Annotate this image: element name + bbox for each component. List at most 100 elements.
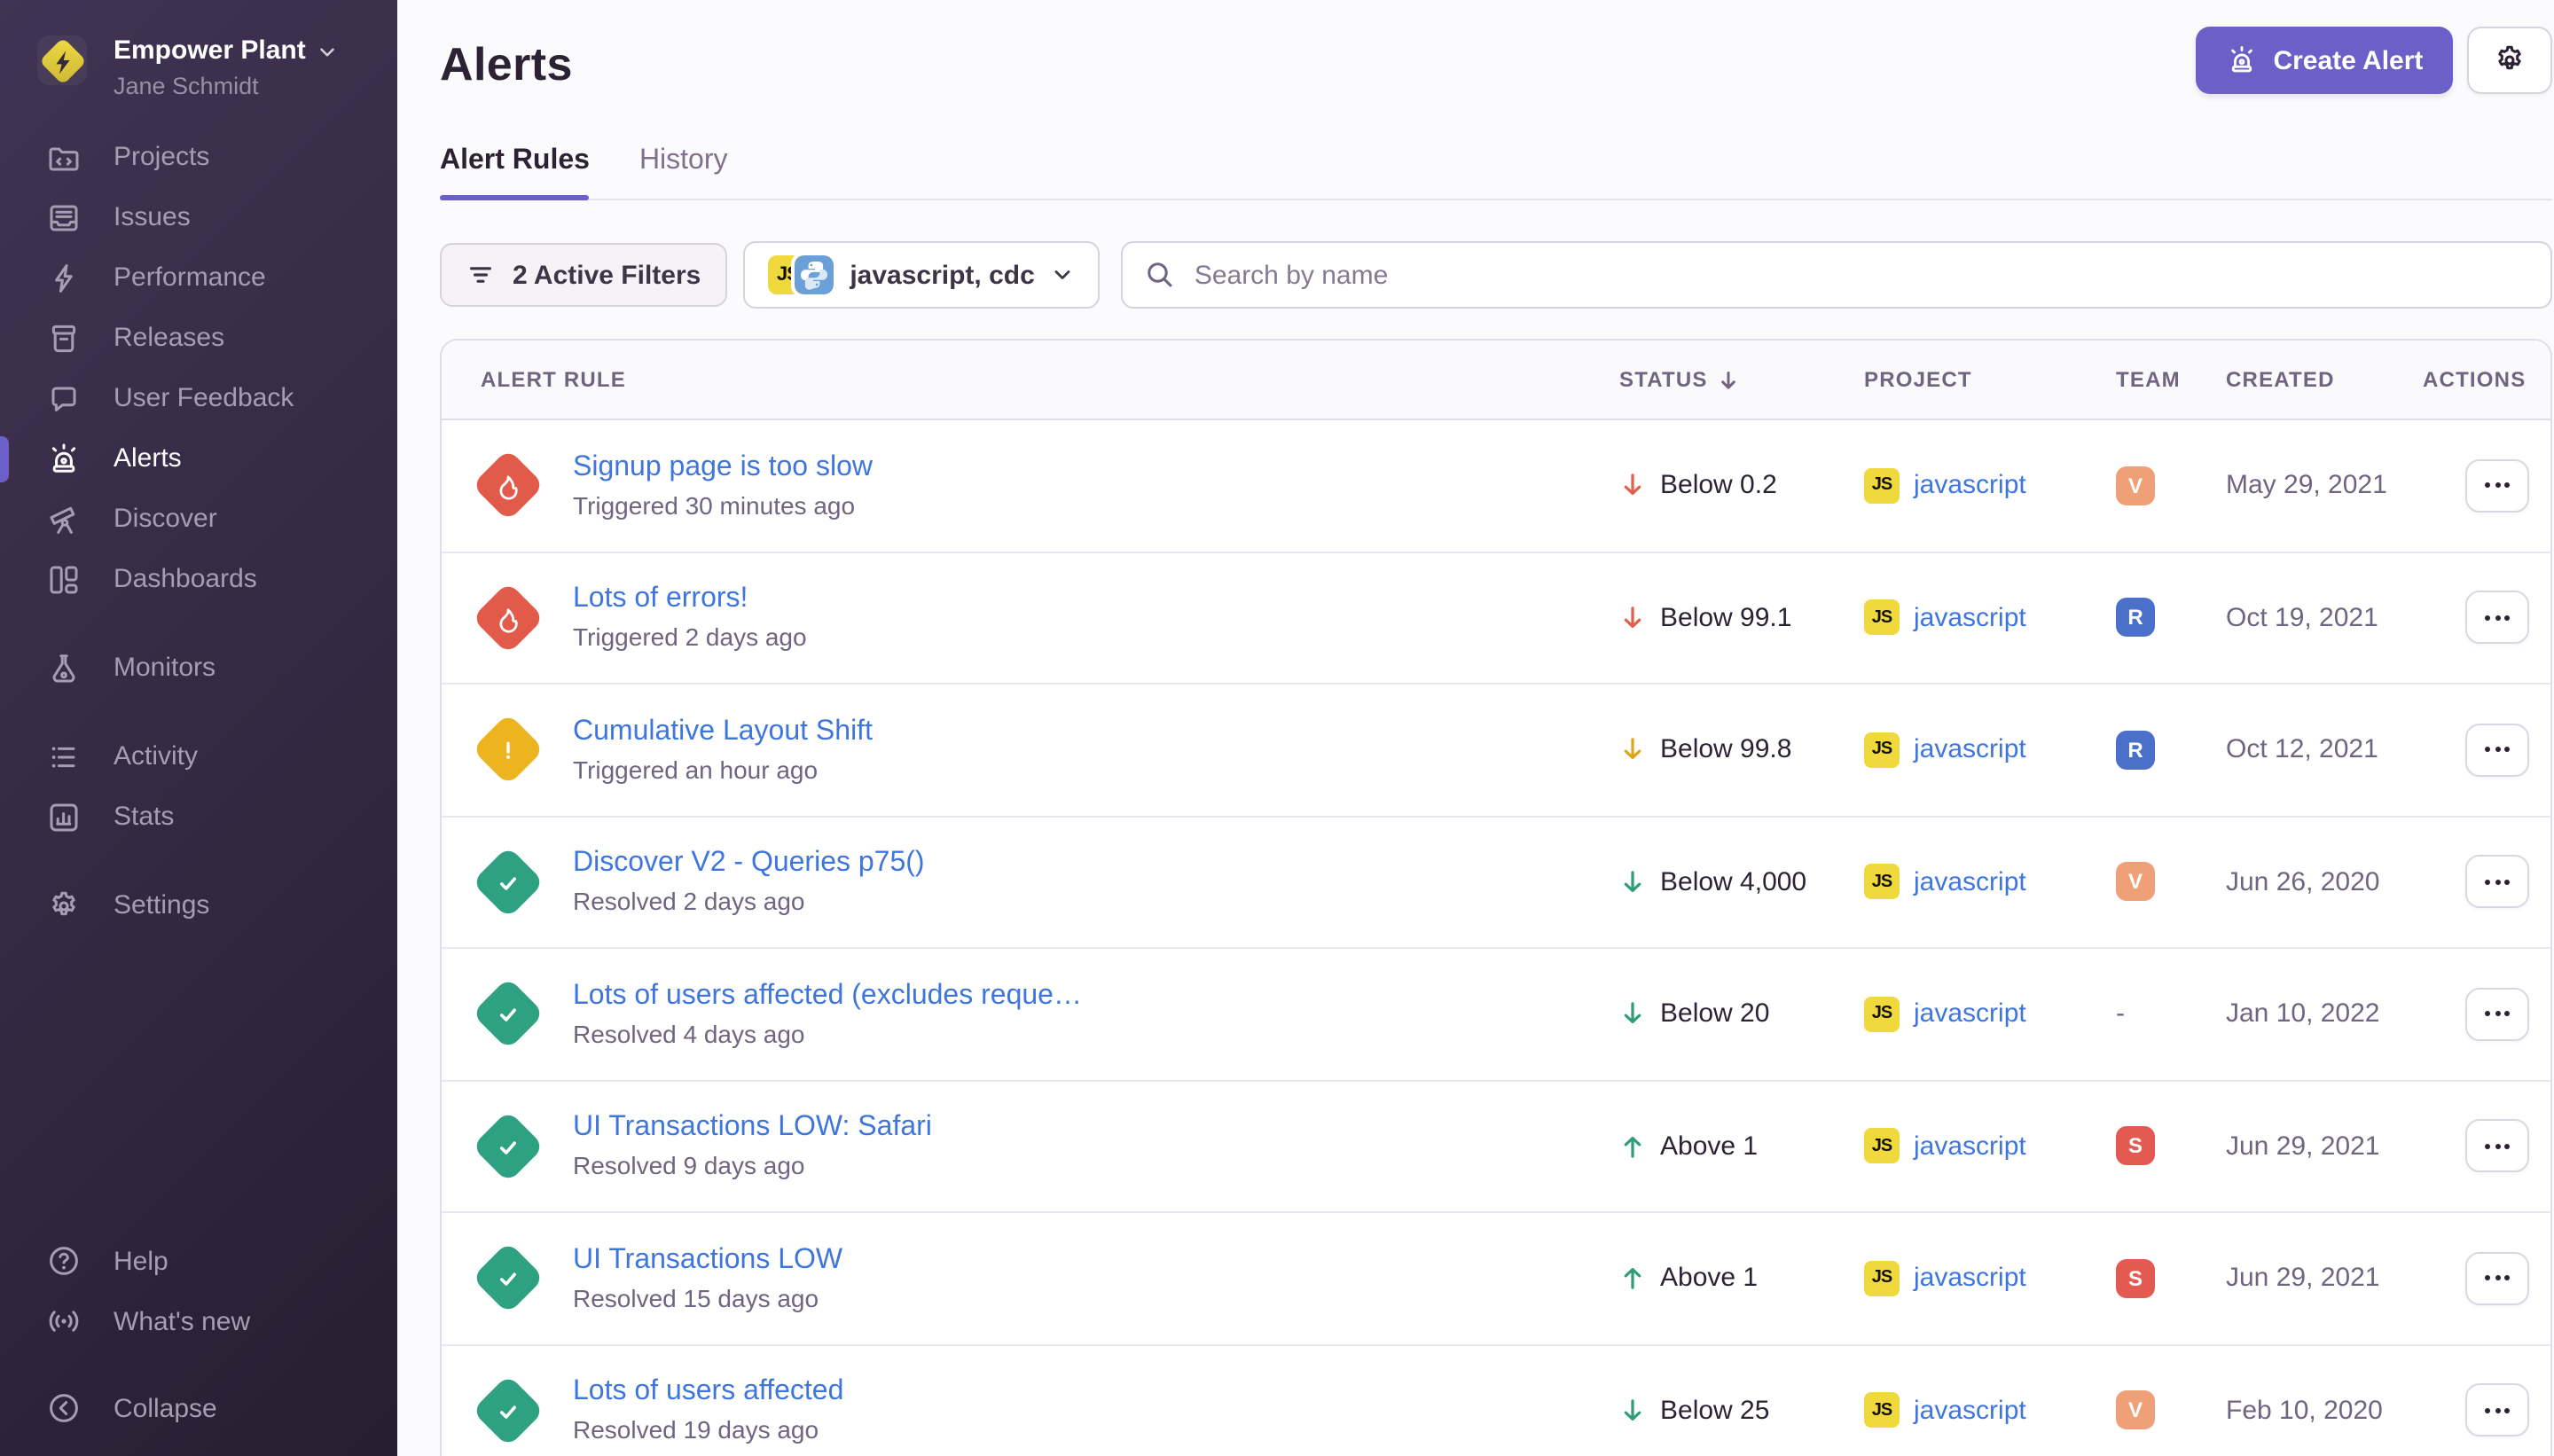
table-row: Lots of errors! Triggered 2 days ago Bel…: [442, 552, 2550, 685]
created-date: May 29, 2021: [2226, 471, 2423, 501]
platform-icons: JS: [768, 255, 834, 294]
create-alert-button[interactable]: Create Alert: [2195, 27, 2453, 94]
stats-icon: [46, 799, 82, 834]
project-link[interactable]: javascript: [1914, 471, 2026, 501]
team-cell: S: [2116, 1259, 2226, 1298]
sidebar-item-monitors[interactable]: Monitors: [0, 638, 397, 698]
arrow-down-icon: [1619, 605, 1646, 631]
row-actions-button[interactable]: [2465, 459, 2529, 513]
project-link[interactable]: javascript: [1914, 999, 2026, 1029]
row-actions-button[interactable]: [2465, 1120, 2529, 1173]
alert-status-icon: [468, 447, 546, 525]
settings-icon: [46, 888, 82, 923]
alert-rule-link[interactable]: UI Transactions LOW: [573, 1245, 842, 1277]
project-cell: JS javascript: [1864, 1129, 2116, 1164]
sidebar-item-whats-new[interactable]: What's new: [0, 1291, 397, 1351]
column-header-status[interactable]: Status: [1619, 367, 1864, 392]
project-link[interactable]: javascript: [1914, 1131, 2026, 1162]
status-label: Below 4,000: [1660, 867, 1806, 897]
table-row: Signup page is too slow Triggered 30 min…: [442, 420, 2550, 552]
created-date: Jun 26, 2020: [2226, 867, 2423, 897]
javascript-platform-icon: JS: [1864, 1129, 1900, 1164]
settings-gear-button[interactable]: [2467, 27, 2552, 94]
project-cell: JS javascript: [1864, 468, 2116, 504]
sidebar-item-releases[interactable]: Releases: [0, 308, 397, 368]
alert-rule-link[interactable]: Cumulative Layout Shift: [573, 716, 873, 748]
column-header-project: Project: [1864, 367, 2116, 392]
alert-rule-link[interactable]: Lots of users affected (excludes reque…: [573, 981, 1082, 1013]
check-icon: [493, 1264, 521, 1293]
sidebar-item-dashboards[interactable]: Dashboards: [0, 549, 397, 609]
alert-rule-link[interactable]: Signup page is too slow: [573, 452, 873, 484]
team-cell: S: [2116, 1127, 2226, 1166]
main-content: Alerts Create Alert: [397, 0, 2554, 1456]
sidebar-item-issues[interactable]: Issues: [0, 187, 397, 247]
created-date: Jun 29, 2021: [2226, 1264, 2423, 1294]
alert-rule-link[interactable]: Discover V2 - Queries p75(): [573, 849, 925, 881]
project-link[interactable]: javascript: [1914, 735, 2026, 765]
active-filters-button[interactable]: 2 Active Filters: [440, 243, 727, 307]
row-actions-button[interactable]: [2465, 591, 2529, 645]
status-label: Below 99.1: [1660, 603, 1791, 633]
column-header-team: Team: [2116, 367, 2226, 392]
team-avatar: V: [2116, 1391, 2155, 1430]
status-label: Below 20: [1660, 999, 1769, 1029]
sidebar-item-label: Help: [114, 1246, 168, 1276]
projects-icon: [46, 139, 82, 175]
row-actions-button[interactable]: [2465, 856, 2529, 909]
table-row: Cumulative Layout Shift Triggered an hou…: [442, 685, 2550, 817]
alert-rule-link[interactable]: Lots of errors!: [573, 584, 807, 616]
sidebar-item-alerts[interactable]: Alerts: [0, 428, 397, 489]
created-date: Feb 10, 2020: [2226, 1396, 2423, 1426]
sidebar-item-label: User Feedback: [114, 383, 294, 413]
arrow-up-icon: [1619, 1133, 1646, 1160]
sidebar-item-user-feedback[interactable]: User Feedback: [0, 368, 397, 428]
page-title: Alerts: [440, 37, 573, 92]
sidebar-item-collapse[interactable]: Collapse: [0, 1378, 397, 1438]
discover-icon: [46, 501, 82, 536]
project-cell: JS javascript: [1864, 865, 2116, 900]
alert-status-icon: [468, 711, 546, 789]
alert-rule-subtitle: Resolved 4 days ago: [573, 1020, 1082, 1048]
tab-alert-rules[interactable]: Alert Rules: [440, 145, 590, 199]
row-actions-button[interactable]: [2465, 1384, 2529, 1437]
alert-rule-link[interactable]: UI Transactions LOW: Safari: [573, 1113, 932, 1145]
alerts-icon: [46, 441, 82, 476]
sidebar-item-performance[interactable]: Performance: [0, 247, 397, 308]
sidebar-item-label: Monitors: [114, 653, 215, 683]
sidebar-item-projects[interactable]: Projects: [0, 127, 397, 187]
row-actions-button[interactable]: [2465, 724, 2529, 777]
sidebar-item-discover[interactable]: Discover: [0, 489, 397, 549]
activity-icon: [46, 739, 82, 774]
project-link[interactable]: javascript: [1914, 603, 2026, 633]
alert-rule-subtitle: Resolved 9 days ago: [573, 1152, 932, 1180]
tab-history[interactable]: History: [639, 145, 728, 199]
sidebar-item-stats[interactable]: Stats: [0, 787, 397, 847]
python-platform-icon: [795, 255, 834, 294]
project-link[interactable]: javascript: [1914, 1396, 2026, 1426]
sidebar-item-settings[interactable]: Settings: [0, 875, 397, 935]
performance-icon: [46, 260, 82, 295]
search-input[interactable]: [1124, 241, 2551, 309]
table-row: Lots of users affected (excludes reque… …: [442, 949, 2550, 1081]
row-actions-button[interactable]: [2465, 1252, 2529, 1305]
fire-icon: [493, 472, 521, 500]
row-actions-button[interactable]: [2465, 988, 2529, 1041]
alert-rule-subtitle: Resolved 19 days ago: [573, 1416, 843, 1444]
sidebar-item-help[interactable]: Help: [0, 1231, 397, 1291]
alert-rule-link[interactable]: Lots of users affected: [573, 1377, 843, 1409]
sidebar-item-activity[interactable]: Activity: [0, 726, 397, 787]
status-cell: Below 25: [1619, 1396, 1864, 1426]
project-link[interactable]: javascript: [1914, 1264, 2026, 1294]
status-label: Below 0.2: [1660, 471, 1777, 501]
monitors-icon: [46, 650, 82, 685]
javascript-platform-icon: JS: [1864, 732, 1900, 768]
sidebar-item-label: Discover: [114, 504, 217, 534]
alert-rule-subtitle: Resolved 15 days ago: [573, 1284, 842, 1312]
project-selector-value: javascript, cdc: [850, 260, 1034, 290]
team-cell: V: [2116, 1391, 2226, 1430]
footer-group: Help What's new: [0, 1231, 397, 1351]
project-link[interactable]: javascript: [1914, 867, 2026, 897]
project-selector[interactable]: JS javascript, cdc: [743, 241, 1100, 309]
org-switcher[interactable]: Empower Plant Jane Schmidt: [0, 0, 397, 102]
